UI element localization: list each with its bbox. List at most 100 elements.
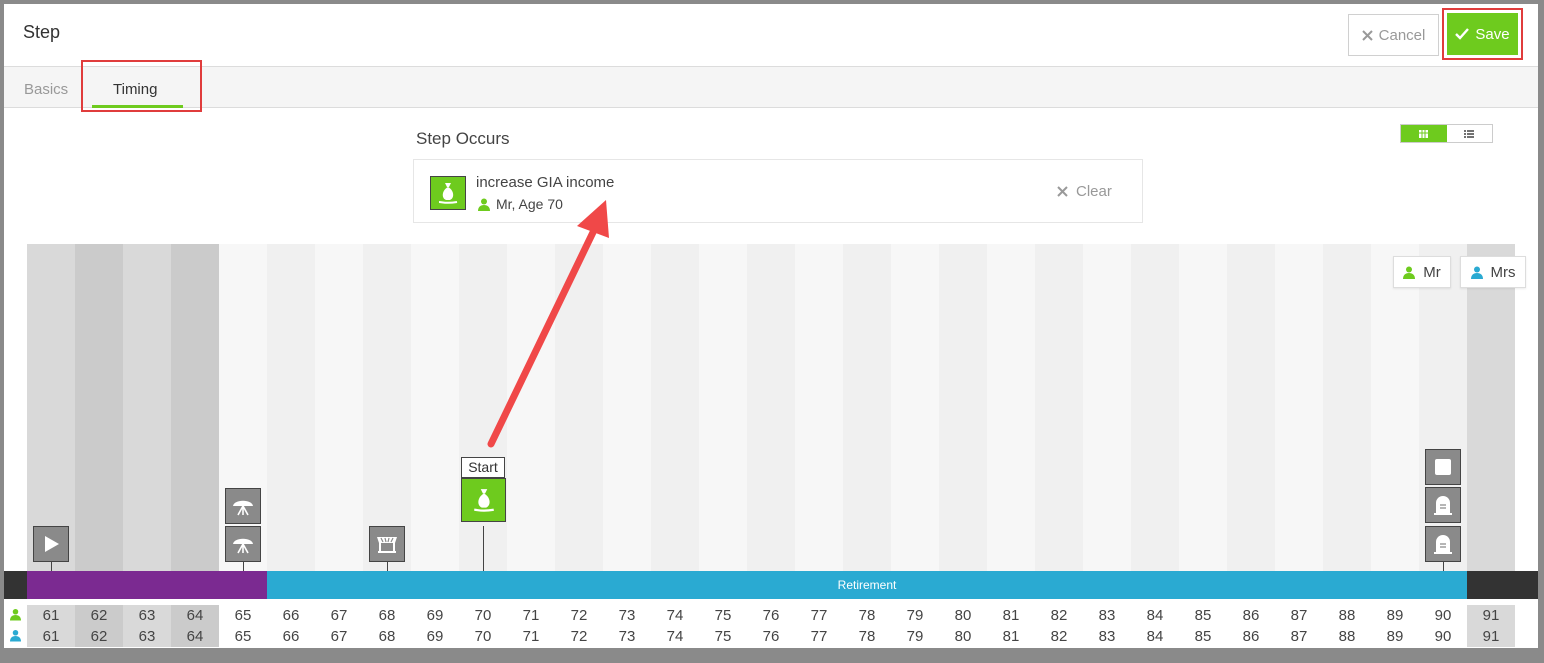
age-cell[interactable]: 90 (1419, 626, 1467, 647)
age-cell[interactable]: 70 (459, 605, 507, 626)
age-cell[interactable]: 67 (315, 626, 363, 647)
age-cell[interactable]: 87 (1275, 605, 1323, 626)
age-cell[interactable]: 66 (267, 605, 315, 626)
timeline-column[interactable] (1227, 244, 1275, 575)
age-cell[interactable]: 83 (1083, 605, 1131, 626)
age-cell[interactable]: 70 (459, 626, 507, 647)
age-cell[interactable]: 85 (1179, 605, 1227, 626)
umbrella-marker[interactable] (225, 488, 261, 524)
timeline-column[interactable] (795, 244, 843, 575)
tombstone-marker[interactable] (1425, 487, 1461, 523)
age-cell[interactable]: 79 (891, 605, 939, 626)
retirement-bar[interactable]: Retirement (267, 571, 1467, 599)
age-cell[interactable]: 74 (651, 605, 699, 626)
age-cell[interactable]: 78 (843, 626, 891, 647)
age-cell[interactable]: 84 (1131, 605, 1179, 626)
age-cell[interactable]: 69 (411, 605, 459, 626)
legend-mr[interactable]: Mr (1393, 256, 1451, 288)
timeline-column[interactable] (1179, 244, 1227, 575)
age-cell[interactable]: 80 (939, 626, 987, 647)
age-cell[interactable]: 82 (1035, 605, 1083, 626)
age-cell[interactable]: 71 (507, 626, 555, 647)
age-cell[interactable]: 75 (699, 605, 747, 626)
timeline-column[interactable] (267, 244, 315, 575)
age-cell[interactable]: 69 (411, 626, 459, 647)
age-cell[interactable]: 73 (603, 605, 651, 626)
timeline-column[interactable] (1323, 244, 1371, 575)
age-cell[interactable]: 72 (555, 626, 603, 647)
timeline-column[interactable] (1467, 244, 1515, 575)
age-cell[interactable]: 86 (1227, 626, 1275, 647)
timeline-column[interactable] (747, 244, 795, 575)
timeline-column[interactable] (1083, 244, 1131, 575)
age-cell[interactable]: 91 (1467, 626, 1515, 647)
age-cell[interactable]: 68 (363, 605, 411, 626)
age-cell[interactable]: 89 (1371, 605, 1419, 626)
age-cell[interactable]: 87 (1275, 626, 1323, 647)
age-cell[interactable]: 61 (27, 605, 75, 626)
age-cell[interactable]: 64 (171, 605, 219, 626)
legend-mrs[interactable]: Mrs (1460, 256, 1526, 288)
age-cell[interactable]: 76 (747, 605, 795, 626)
age-cell[interactable]: 72 (555, 605, 603, 626)
age-cell[interactable]: 77 (795, 626, 843, 647)
timeline-column[interactable] (843, 244, 891, 575)
step-start-marker[interactable] (461, 478, 506, 522)
age-cell[interactable]: 89 (1371, 626, 1419, 647)
age-cell[interactable]: 71 (507, 605, 555, 626)
timeline-column[interactable] (891, 244, 939, 575)
age-cell[interactable]: 80 (939, 605, 987, 626)
age-cell[interactable]: 68 (363, 626, 411, 647)
timeline-column[interactable] (123, 244, 171, 575)
timeline-column[interactable] (75, 244, 123, 575)
timeline-column[interactable] (1275, 244, 1323, 575)
timeline-column[interactable] (555, 244, 603, 575)
square-marker[interactable] (1425, 449, 1461, 485)
age-cell[interactable]: 73 (603, 626, 651, 647)
timeline-column[interactable] (171, 244, 219, 575)
timeline-column[interactable] (507, 244, 555, 575)
age-cell[interactable]: 63 (123, 605, 171, 626)
age-cell[interactable]: 65 (219, 605, 267, 626)
age-cell[interactable]: 67 (315, 605, 363, 626)
pre-retirement-bar[interactable] (27, 571, 267, 599)
timeline-column[interactable] (315, 244, 363, 575)
age-cell[interactable]: 81 (987, 605, 1035, 626)
age-cell[interactable]: 88 (1323, 626, 1371, 647)
age-cell[interactable]: 62 (75, 605, 123, 626)
shop-marker[interactable] (369, 526, 405, 562)
age-cell[interactable]: 75 (699, 626, 747, 647)
tombstone-marker[interactable] (1425, 526, 1461, 562)
timeline-column[interactable] (699, 244, 747, 575)
age-cell[interactable]: 78 (843, 605, 891, 626)
age-cell[interactable]: 85 (1179, 626, 1227, 647)
age-cell[interactable]: 84 (1131, 626, 1179, 647)
age-cell[interactable]: 61 (27, 626, 75, 647)
timeline-column[interactable] (1035, 244, 1083, 575)
play-marker[interactable] (33, 526, 69, 562)
age-cell[interactable]: 64 (171, 626, 219, 647)
age-cell[interactable]: 86 (1227, 605, 1275, 626)
age-cell[interactable]: 83 (1083, 626, 1131, 647)
age-cell[interactable]: 76 (747, 626, 795, 647)
timeline-column[interactable] (987, 244, 1035, 575)
age-cell[interactable]: 81 (987, 626, 1035, 647)
age-cell[interactable]: 62 (75, 626, 123, 647)
age-cell[interactable]: 82 (1035, 626, 1083, 647)
age-cell[interactable]: 74 (651, 626, 699, 647)
age-cell[interactable]: 63 (123, 626, 171, 647)
age-cell[interactable]: 79 (891, 626, 939, 647)
age-cell[interactable]: 77 (795, 605, 843, 626)
calendar-view-button[interactable] (1401, 125, 1447, 142)
age-cell[interactable]: 88 (1323, 605, 1371, 626)
timeline-column[interactable] (651, 244, 699, 575)
timeline-column[interactable] (1371, 244, 1419, 575)
list-view-button[interactable] (1447, 125, 1493, 142)
umbrella-marker[interactable] (225, 526, 261, 562)
age-cell[interactable]: 65 (219, 626, 267, 647)
age-cell[interactable]: 91 (1467, 605, 1515, 626)
age-cell[interactable]: 90 (1419, 605, 1467, 626)
timeline-column[interactable] (1131, 244, 1179, 575)
cancel-button[interactable]: Cancel (1348, 14, 1439, 56)
timeline-column[interactable] (939, 244, 987, 575)
